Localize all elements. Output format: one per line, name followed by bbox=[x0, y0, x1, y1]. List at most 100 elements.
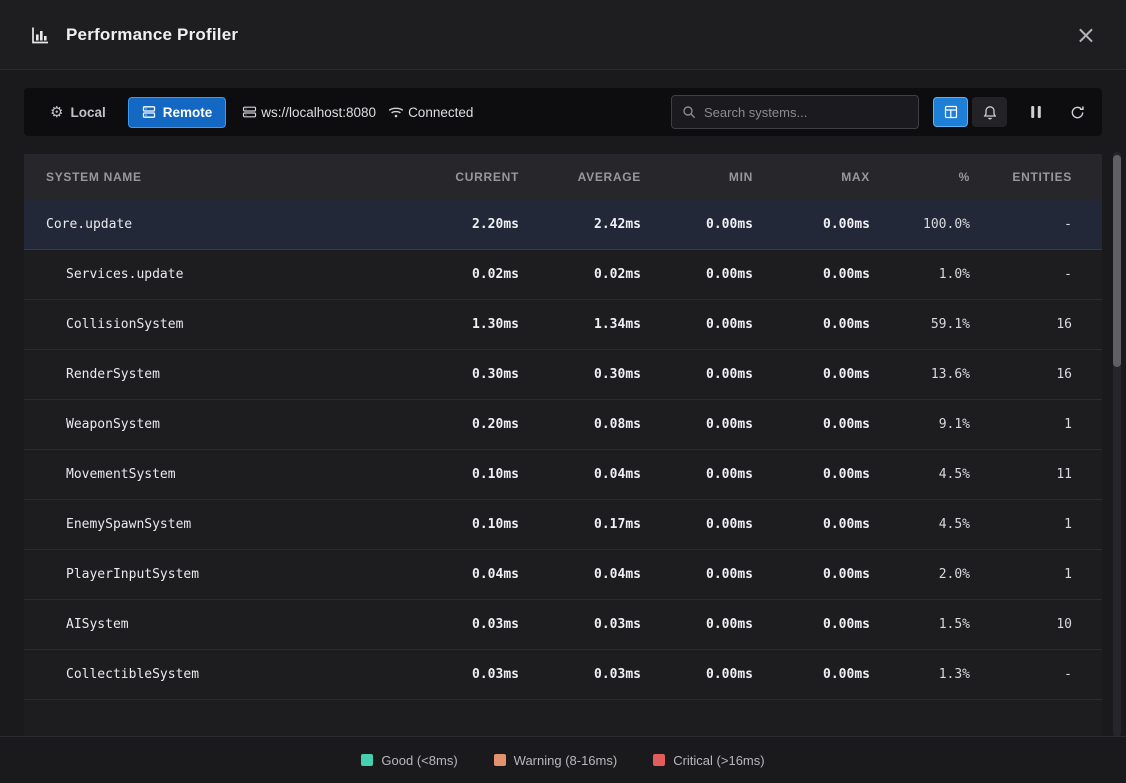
metric-entities: 16 bbox=[970, 367, 1072, 382]
search-box bbox=[671, 95, 919, 129]
metric-percent: 2.0% bbox=[870, 567, 970, 582]
column-header-system-name[interactable]: SYSTEM NAME bbox=[46, 170, 409, 184]
metric-current: 0.03ms bbox=[409, 617, 519, 632]
system-name: AISystem bbox=[46, 617, 409, 632]
metric-percent: 1.3% bbox=[870, 667, 970, 682]
title-bar: Performance Profiler × bbox=[0, 0, 1126, 70]
metric-percent: 13.6% bbox=[870, 367, 970, 382]
metric-max: 0.00ms bbox=[753, 667, 870, 682]
legend-swatch bbox=[361, 754, 373, 766]
metric-min: 0.00ms bbox=[641, 467, 753, 482]
host-icon bbox=[242, 105, 257, 119]
metric-average: 0.03ms bbox=[519, 667, 641, 682]
metric-percent: 59.1% bbox=[870, 317, 970, 332]
metric-entities: - bbox=[970, 667, 1072, 682]
system-name: CollectibleSystem bbox=[46, 667, 409, 682]
metric-percent: 100.0% bbox=[870, 217, 970, 232]
metric-percent: 1.5% bbox=[870, 617, 970, 632]
table-view-button[interactable] bbox=[933, 97, 968, 127]
column-header-percent[interactable]: % bbox=[870, 170, 970, 184]
legend-label: Critical (>16ms) bbox=[673, 753, 764, 768]
metric-entities: - bbox=[970, 217, 1072, 232]
system-name: EnemySpawnSystem bbox=[46, 517, 409, 532]
metric-current: 2.20ms bbox=[409, 217, 519, 232]
metric-current: 0.02ms bbox=[409, 267, 519, 282]
metric-average: 1.34ms bbox=[519, 317, 641, 332]
metric-min: 0.00ms bbox=[641, 417, 753, 432]
close-button[interactable]: × bbox=[1076, 23, 1096, 47]
metric-average: 0.04ms bbox=[519, 567, 641, 582]
metric-current: 0.04ms bbox=[409, 567, 519, 582]
local-mode-button[interactable]: ⚙ Local bbox=[36, 97, 120, 128]
refresh-button[interactable] bbox=[1065, 97, 1090, 127]
metric-min: 0.00ms bbox=[641, 617, 753, 632]
table-row[interactable]: WeaponSystem0.20ms0.08ms0.00ms0.00ms9.1%… bbox=[24, 400, 1102, 450]
scrollbar-track[interactable] bbox=[1113, 152, 1121, 737]
metric-entities: 10 bbox=[970, 617, 1072, 632]
legend-label: Warning (8-16ms) bbox=[514, 753, 618, 768]
metric-current: 0.03ms bbox=[409, 667, 519, 682]
metric-entities: 11 bbox=[970, 467, 1072, 482]
metric-entities: 1 bbox=[970, 517, 1072, 532]
search-icon bbox=[682, 105, 696, 119]
metric-max: 0.00ms bbox=[753, 267, 870, 282]
metric-min: 0.00ms bbox=[641, 367, 753, 382]
column-header-average[interactable]: AVERAGE bbox=[519, 170, 641, 184]
system-name: WeaponSystem bbox=[46, 417, 409, 432]
table-row[interactable]: MovementSystem0.10ms0.04ms0.00ms0.00ms4.… bbox=[24, 450, 1102, 500]
legend-label: Good (<8ms) bbox=[381, 753, 457, 768]
metric-max: 0.00ms bbox=[753, 517, 870, 532]
column-header-min[interactable]: MIN bbox=[641, 170, 753, 184]
websocket-url: ws://localhost:8080 bbox=[242, 105, 376, 120]
metric-min: 0.00ms bbox=[641, 317, 753, 332]
column-header-entities[interactable]: ENTITIES bbox=[970, 170, 1072, 184]
table-row[interactable]: AISystem0.03ms0.03ms0.00ms0.00ms1.5%10 bbox=[24, 600, 1102, 650]
scrollbar-thumb[interactable] bbox=[1113, 155, 1121, 367]
table-row[interactable]: CollisionSystem1.30ms1.34ms0.00ms0.00ms5… bbox=[24, 300, 1102, 350]
metric-average: 0.04ms bbox=[519, 467, 641, 482]
metric-min: 0.00ms bbox=[641, 517, 753, 532]
metric-percent: 1.0% bbox=[870, 267, 970, 282]
refresh-icon bbox=[1070, 105, 1085, 120]
websocket-url-text: ws://localhost:8080 bbox=[261, 105, 376, 120]
connection-status: Connected bbox=[388, 105, 473, 120]
metric-min: 0.00ms bbox=[641, 667, 753, 682]
metric-entities: 1 bbox=[970, 567, 1072, 582]
metric-min: 0.00ms bbox=[641, 267, 753, 282]
column-header-max[interactable]: MAX bbox=[753, 170, 870, 184]
metric-entities: 16 bbox=[970, 317, 1072, 332]
metric-max: 0.00ms bbox=[753, 467, 870, 482]
table-row[interactable]: Core.update2.20ms2.42ms0.00ms0.00ms100.0… bbox=[24, 200, 1102, 250]
pause-button[interactable] bbox=[1025, 97, 1047, 127]
remote-mode-button[interactable]: Remote bbox=[128, 97, 227, 128]
legend-swatch bbox=[494, 754, 506, 766]
alerts-button[interactable] bbox=[972, 97, 1007, 127]
table-body: Core.update2.20ms2.42ms0.00ms0.00ms100.0… bbox=[24, 200, 1102, 700]
metric-average: 2.42ms bbox=[519, 217, 641, 232]
metric-current: 0.30ms bbox=[409, 367, 519, 382]
metric-average: 0.03ms bbox=[519, 617, 641, 632]
table-row[interactable]: EnemySpawnSystem0.10ms0.17ms0.00ms0.00ms… bbox=[24, 500, 1102, 550]
table-row[interactable]: Services.update0.02ms0.02ms0.00ms0.00ms1… bbox=[24, 250, 1102, 300]
system-name: MovementSystem bbox=[46, 467, 409, 482]
metric-entities: - bbox=[970, 267, 1072, 282]
page-title: Performance Profiler bbox=[66, 25, 238, 45]
table-row[interactable]: CollectibleSystem0.03ms0.03ms0.00ms0.00m… bbox=[24, 650, 1102, 700]
connection-status-text: Connected bbox=[408, 105, 473, 120]
remote-label: Remote bbox=[163, 105, 213, 120]
system-name: CollisionSystem bbox=[46, 317, 409, 332]
table-row[interactable]: PlayerInputSystem0.04ms0.04ms0.00ms0.00m… bbox=[24, 550, 1102, 600]
table-row[interactable]: RenderSystem0.30ms0.30ms0.00ms0.00ms13.6… bbox=[24, 350, 1102, 400]
legend-item: Good (<8ms) bbox=[361, 753, 457, 768]
gear-icon: ⚙ bbox=[50, 105, 63, 120]
metric-current: 0.10ms bbox=[409, 467, 519, 482]
search-input[interactable] bbox=[704, 105, 908, 120]
legend-swatch bbox=[653, 754, 665, 766]
metric-max: 0.00ms bbox=[753, 417, 870, 432]
wifi-icon bbox=[388, 106, 404, 119]
column-header-current[interactable]: CURRENT bbox=[409, 170, 519, 184]
metric-current: 0.20ms bbox=[409, 417, 519, 432]
metric-current: 1.30ms bbox=[409, 317, 519, 332]
server-icon bbox=[142, 105, 156, 119]
legend: Good (<8ms) Warning (8-16ms) Critical (>16… bbox=[0, 736, 1126, 783]
